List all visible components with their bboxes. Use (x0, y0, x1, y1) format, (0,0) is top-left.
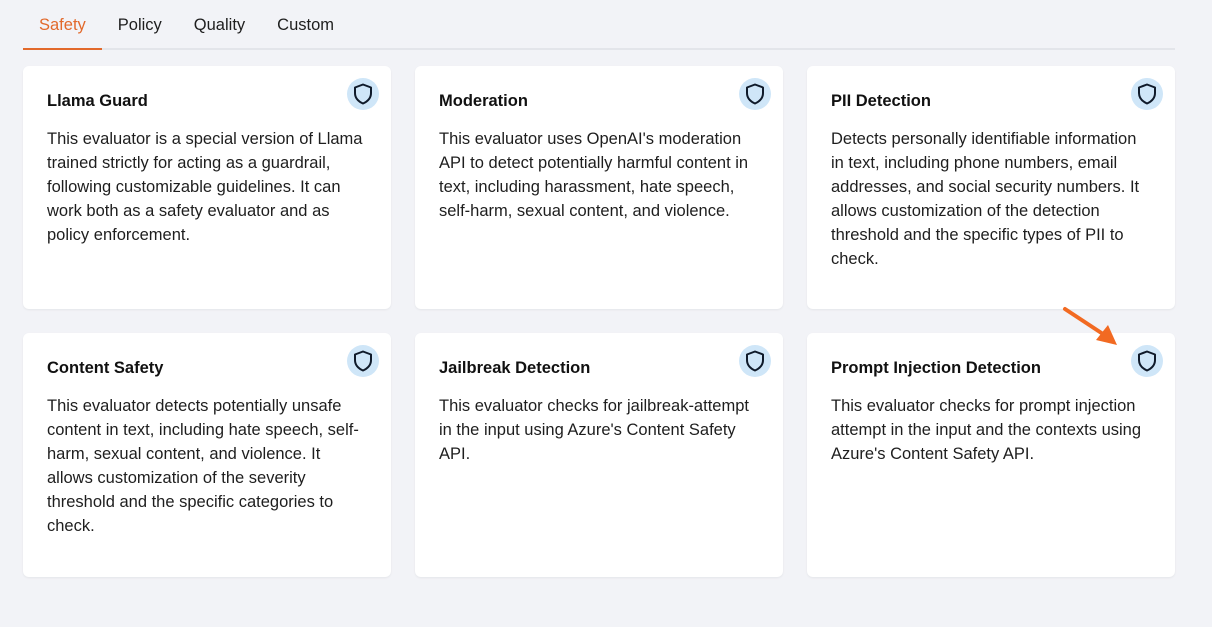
card-description: Detects personally identifiable informat… (831, 130, 1140, 268)
tab-quality[interactable]: Quality (178, 16, 261, 50)
evaluator-card-pii-detection[interactable]: PII Detection Detects personally identif… (807, 66, 1175, 309)
card-title: Jailbreak Detection (439, 359, 591, 377)
evaluator-card-moderation[interactable]: Moderation This evaluator uses OpenAI's … (415, 66, 783, 309)
card-description: This evaluator checks for prompt injecti… (831, 397, 1142, 463)
evaluator-card-content-safety[interactable]: Content Safety This evaluator detects po… (23, 333, 391, 577)
shield-icon (739, 78, 771, 110)
card-title: Llama Guard (47, 92, 148, 110)
evaluator-card-llama-guard[interactable]: Llama Guard This evaluator is a special … (23, 66, 391, 309)
evaluator-card-prompt-injection-detection[interactable]: Prompt Injection Detection This evaluato… (807, 333, 1175, 577)
card-description: This evaluator uses OpenAI's moderation … (439, 130, 749, 220)
tab-custom[interactable]: Custom (261, 16, 350, 50)
card-description: This evaluator is a special version of L… (47, 130, 363, 244)
card-title: Content Safety (47, 359, 164, 377)
shield-icon (1131, 78, 1163, 110)
card-description: This evaluator detects potentially unsaf… (47, 397, 359, 535)
card-title: Moderation (439, 92, 528, 110)
card-description: This evaluator checks for jailbreak-atte… (439, 397, 749, 463)
shield-icon (347, 78, 379, 110)
annotation-arrow-icon (1063, 307, 1117, 345)
tab-policy[interactable]: Policy (102, 16, 178, 50)
evaluator-card-jailbreak-detection[interactable]: Jailbreak Detection This evaluator check… (415, 333, 783, 577)
shield-icon (347, 345, 379, 377)
tab-safety[interactable]: Safety (23, 16, 102, 50)
card-title: PII Detection (831, 92, 931, 110)
card-title: Prompt Injection Detection (831, 359, 1041, 377)
evaluator-grid: Llama Guard This evaluator is a special … (23, 66, 1175, 577)
tab-bar: Safety Policy Quality Custom (23, 0, 1175, 50)
shield-icon (739, 345, 771, 377)
shield-icon (1131, 345, 1163, 377)
